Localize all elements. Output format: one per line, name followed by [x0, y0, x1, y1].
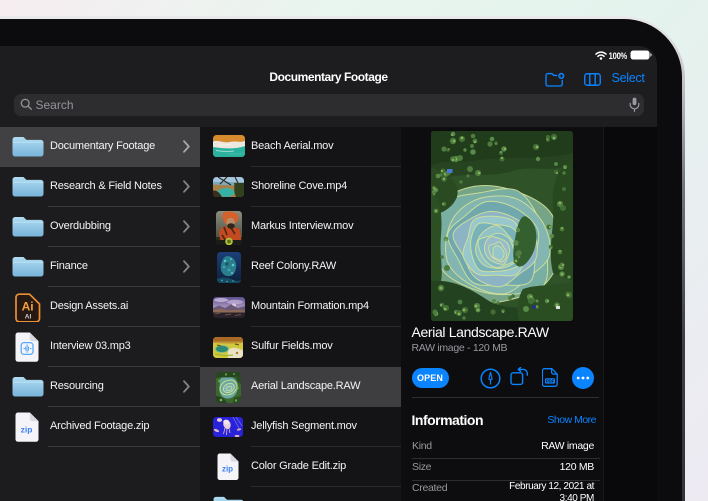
svg-text:zip: zip — [222, 465, 233, 474]
svg-text:Ai: Ai — [21, 300, 33, 314]
svg-text:AI: AI — [24, 314, 31, 321]
svg-text:zip: zip — [20, 425, 32, 435]
svg-text:PDF: PDF — [545, 378, 554, 383]
